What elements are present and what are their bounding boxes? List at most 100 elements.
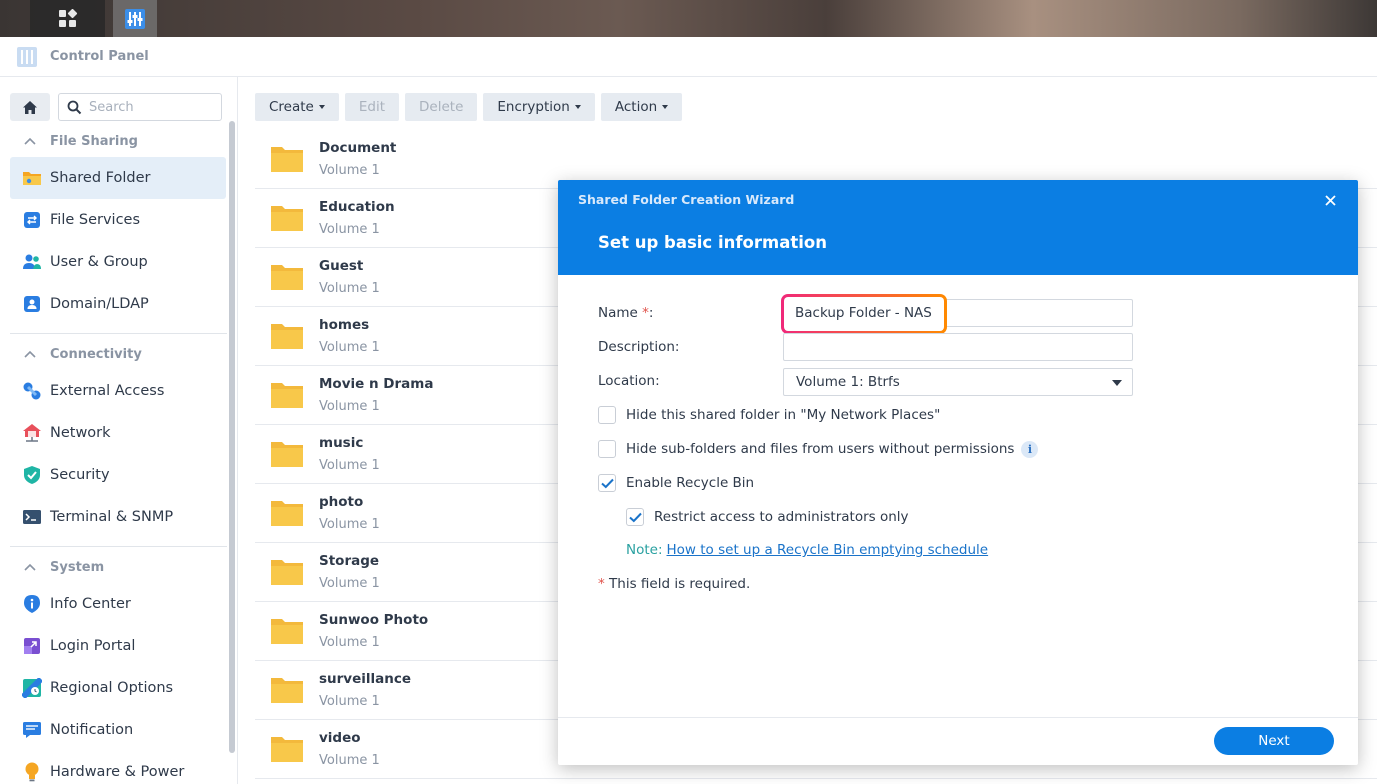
name-value: Backup Folder - NAS [795,305,932,321]
grid-icon [58,8,77,27]
sidebar-item-info-center[interactable]: Info Center [10,583,226,625]
search-box[interactable] [58,93,222,121]
required-note-text: This field is required. [604,576,751,592]
folder-name: surveillance [319,671,412,687]
folder-icon [271,737,303,762]
required-mark: * [598,576,605,592]
hide-subfolders-option[interactable]: Hide sub-folders and files from users wi… [598,440,1039,458]
window-title: Control Panel [50,49,149,64]
folder-icon [271,383,303,408]
chevron-up-icon [24,350,36,358]
hide-subfolders-checkbox[interactable] [598,440,616,458]
folder-volume: Volume 1 [319,517,380,532]
required-field-note: * This field is required. [598,576,750,592]
divider [10,333,227,334]
enable-recycle-bin-option[interactable]: Enable Recycle Bin [598,474,754,492]
sidebar-item-security[interactable]: Security [10,454,226,496]
caret-down-icon [662,105,669,109]
hide-network-places-checkbox[interactable] [598,406,616,424]
folder-volume: Volume 1 [319,753,380,768]
section-file-sharing[interactable]: File Sharing [24,131,138,151]
delete-button-label: Delete [419,99,464,115]
sidebar-item-terminal-snmp[interactable]: Terminal & SNMP [10,496,226,538]
folder-name: Storage [319,553,380,569]
regional-options-icon [22,678,42,698]
sidebar-item-label: Notification [50,722,134,738]
taskbar-control-panel-button[interactable] [113,0,157,37]
shield-icon [22,465,42,485]
control-panel-icon [125,8,145,29]
location-select[interactable]: Volume 1: Btrfs [783,368,1133,396]
enable-recycle-bin-checkbox[interactable] [598,474,616,492]
sidebar-item-shared-folder[interactable]: Shared Folder [10,157,226,199]
checkmark-icon [628,512,642,522]
dialog-footer-divider [558,717,1358,718]
restrict-admin-option[interactable]: Restrict access to administrators only [626,508,909,526]
sidebar-item-hardware-power[interactable]: Hardware & Power [10,751,226,784]
divider [10,546,227,547]
folder-name: Movie n Drama [319,376,434,392]
folder-icon [271,560,303,585]
sidebar-item-login-portal[interactable]: Login Portal [10,625,226,667]
location-value: Volume 1: Btrfs [796,374,900,390]
encryption-button[interactable]: Encryption [483,93,595,121]
folder-name: music [319,435,364,451]
shared-folder-wizard-dialog: Shared Folder Creation Wizard Set up bas… [558,180,1358,765]
shared-folder-icon [22,168,42,188]
close-icon [1324,194,1336,206]
restrict-admin-label: Restrict access to administrators only [654,509,909,525]
home-icon [23,100,37,114]
section-system[interactable]: System [24,557,104,577]
chevron-up-icon [24,137,36,145]
action-button-label: Action [614,99,658,115]
edit-button[interactable]: Edit [344,93,400,121]
folder-volume: Volume 1 [319,163,380,178]
hide-network-places-option[interactable]: Hide this shared folder in "My Network P… [598,406,940,424]
sidebar-scrollbar[interactable] [229,121,235,753]
sidebar-item-label: Domain/LDAP [50,296,149,312]
search-input[interactable] [89,99,209,115]
folder-name: video [319,730,361,746]
home-button[interactable] [10,93,50,121]
sidebar-item-domain-ldap[interactable]: Domain/LDAP [10,283,226,325]
sidebar-item-label: Hardware & Power [50,764,185,780]
folder-icon [271,678,303,703]
next-button[interactable]: Next [1214,727,1334,755]
sidebar-item-external-access[interactable]: External Access [10,370,226,412]
sidebar-item-label: File Services [50,212,141,228]
info-icon[interactable]: i [1021,440,1039,458]
login-portal-icon [22,636,42,656]
sidebar-item-network[interactable]: Network [10,412,226,454]
description-label: Description: [598,339,680,355]
folder-volume: Volume 1 [319,576,380,591]
sidebar-item-notification[interactable]: Notification [10,709,226,751]
name-label-colon: : [648,305,654,321]
description-field[interactable] [783,333,1133,361]
section-connectivity[interactable]: Connectivity [24,344,142,364]
close-button[interactable] [1322,192,1338,208]
recycle-bin-schedule-link[interactable]: How to set up a Recycle Bin emptying sch… [667,542,989,558]
checkmark-icon [600,478,614,488]
external-access-icon [22,381,42,401]
caret-down-icon [574,105,581,109]
folder-volume: Volume 1 [319,222,380,237]
user-group-icon [22,252,42,272]
main-menu-button[interactable] [30,0,105,37]
sidebar-item-user-group[interactable]: User & Group [10,241,226,283]
sidebar-item-file-services[interactable]: File Services [10,199,226,241]
restrict-admin-checkbox[interactable] [626,508,644,526]
sidebar-item-label: User & Group [50,254,148,270]
folder-volume: Volume 1 [319,458,380,473]
delete-button[interactable]: Delete [405,93,478,121]
folder-name: Education [319,199,395,215]
hide-network-places-label: Hide this shared folder in "My Network P… [626,407,941,423]
create-button[interactable]: Create [255,93,339,121]
file-services-icon [22,210,42,230]
sidebar-item-label: Network [50,425,111,441]
taskbar [0,0,1377,37]
dialog-header: Shared Folder Creation Wizard Set up bas… [558,180,1358,275]
sidebar-item-regional-options[interactable]: Regional Options [10,667,226,709]
notification-icon [22,720,42,740]
action-button[interactable]: Action [600,93,683,121]
section-label: System [50,559,105,575]
